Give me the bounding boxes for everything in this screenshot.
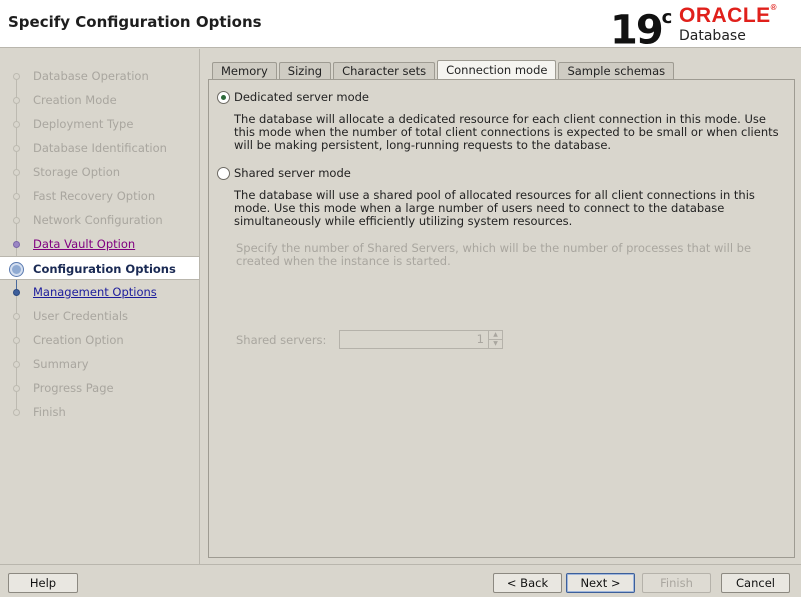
dedicated-server-option[interactable]: Dedicated server mode — [217, 90, 369, 104]
dedicated-server-label[interactable]: Dedicated server mode — [234, 90, 369, 104]
step-dot-icon — [13, 313, 20, 320]
step-dot-icon — [13, 121, 20, 128]
dedicated-server-description: The database will allocate a dedicated r… — [234, 112, 779, 152]
step-configuration-options: Configuration Options — [0, 256, 199, 280]
cancel-button[interactable]: Cancel — [721, 573, 790, 593]
step-storage-option: Storage Option — [0, 160, 199, 184]
shared-server-option[interactable]: Shared server mode — [217, 166, 351, 180]
step-dot-icon — [13, 73, 20, 80]
step-dot-icon — [13, 97, 20, 104]
wizard-footer: Help < Back Next > Finish Cancel — [0, 564, 801, 597]
step-creation-option: Creation Option — [0, 328, 199, 352]
main-panel: Memory Sizing Character sets Connection … — [199, 49, 801, 564]
step-dot-icon — [13, 385, 20, 392]
version-badge: 19c — [610, 7, 673, 54]
spinner-up-icon[interactable]: ▲ — [489, 331, 502, 339]
tab-character-sets[interactable]: Character sets — [333, 62, 436, 80]
step-dot-icon — [13, 241, 20, 248]
step-management-options[interactable]: Management Options — [0, 280, 199, 304]
help-button[interactable]: Help — [8, 573, 78, 593]
step-dot-icon — [13, 409, 20, 416]
tab-sample-schemas[interactable]: Sample schemas — [558, 62, 675, 80]
step-dot-icon — [13, 145, 20, 152]
tab-memory[interactable]: Memory — [212, 62, 277, 80]
step-user-credentials: User Credentials — [0, 304, 199, 328]
connection-mode-panel: Dedicated server mode The database will … — [208, 79, 795, 558]
step-database-operation: Database Operation — [0, 64, 199, 88]
step-dot-icon — [13, 337, 20, 344]
window-header: Specify Configuration Options 19c ORACLE… — [0, 0, 801, 52]
shared-server-radio[interactable] — [217, 166, 230, 180]
spinner-arrows[interactable]: ▲ ▼ — [488, 331, 502, 348]
current-step-icon — [10, 263, 23, 276]
step-dot-icon — [13, 217, 20, 224]
step-finish: Finish — [0, 400, 199, 424]
shared-server-description: The database will use a shared pool of a… — [234, 188, 755, 228]
product-name: Database — [679, 28, 746, 44]
finish-button: Finish — [642, 573, 711, 593]
step-fast-recovery-option: Fast Recovery Option — [0, 184, 199, 208]
back-button[interactable]: < Back — [493, 573, 562, 593]
step-dot-icon — [13, 193, 20, 200]
options-tabs: Memory Sizing Character sets Connection … — [212, 60, 676, 80]
shared-servers-hint: Specify the number of Shared Servers, wh… — [236, 241, 752, 268]
oracle-database-logo: 19c ORACLE® Database — [610, 2, 800, 52]
step-database-identification: Database Identification — [0, 136, 199, 160]
tab-sizing[interactable]: Sizing — [278, 62, 332, 80]
step-deployment-type: Deployment Type — [0, 112, 199, 136]
step-summary: Summary — [0, 352, 199, 376]
shared-servers-value[interactable]: 1 — [340, 331, 488, 348]
page-title: Specify Configuration Options — [8, 13, 262, 31]
step-dot-icon — [13, 289, 20, 296]
shared-server-label[interactable]: Shared server mode — [234, 166, 351, 180]
step-progress-page: Progress Page — [0, 376, 199, 400]
shared-servers-label: Shared servers: — [236, 333, 327, 347]
next-button[interactable]: Next > — [566, 573, 635, 593]
shared-servers-spinner[interactable]: 1 ▲ ▼ — [339, 330, 503, 349]
step-dot-icon — [13, 361, 20, 368]
step-dot-icon — [13, 169, 20, 176]
step-creation-mode: Creation Mode — [0, 88, 199, 112]
spinner-down-icon[interactable]: ▼ — [489, 339, 502, 348]
step-network-configuration: Network Configuration — [0, 208, 199, 232]
oracle-brand: ORACLE® — [679, 3, 778, 27]
step-data-vault-option[interactable]: Data Vault Option — [0, 232, 199, 256]
dedicated-server-radio[interactable] — [217, 90, 230, 104]
tab-connection-mode[interactable]: Connection mode — [437, 60, 557, 80]
wizard-steps-sidebar: Database Operation Creation Mode Deploym… — [0, 49, 199, 564]
